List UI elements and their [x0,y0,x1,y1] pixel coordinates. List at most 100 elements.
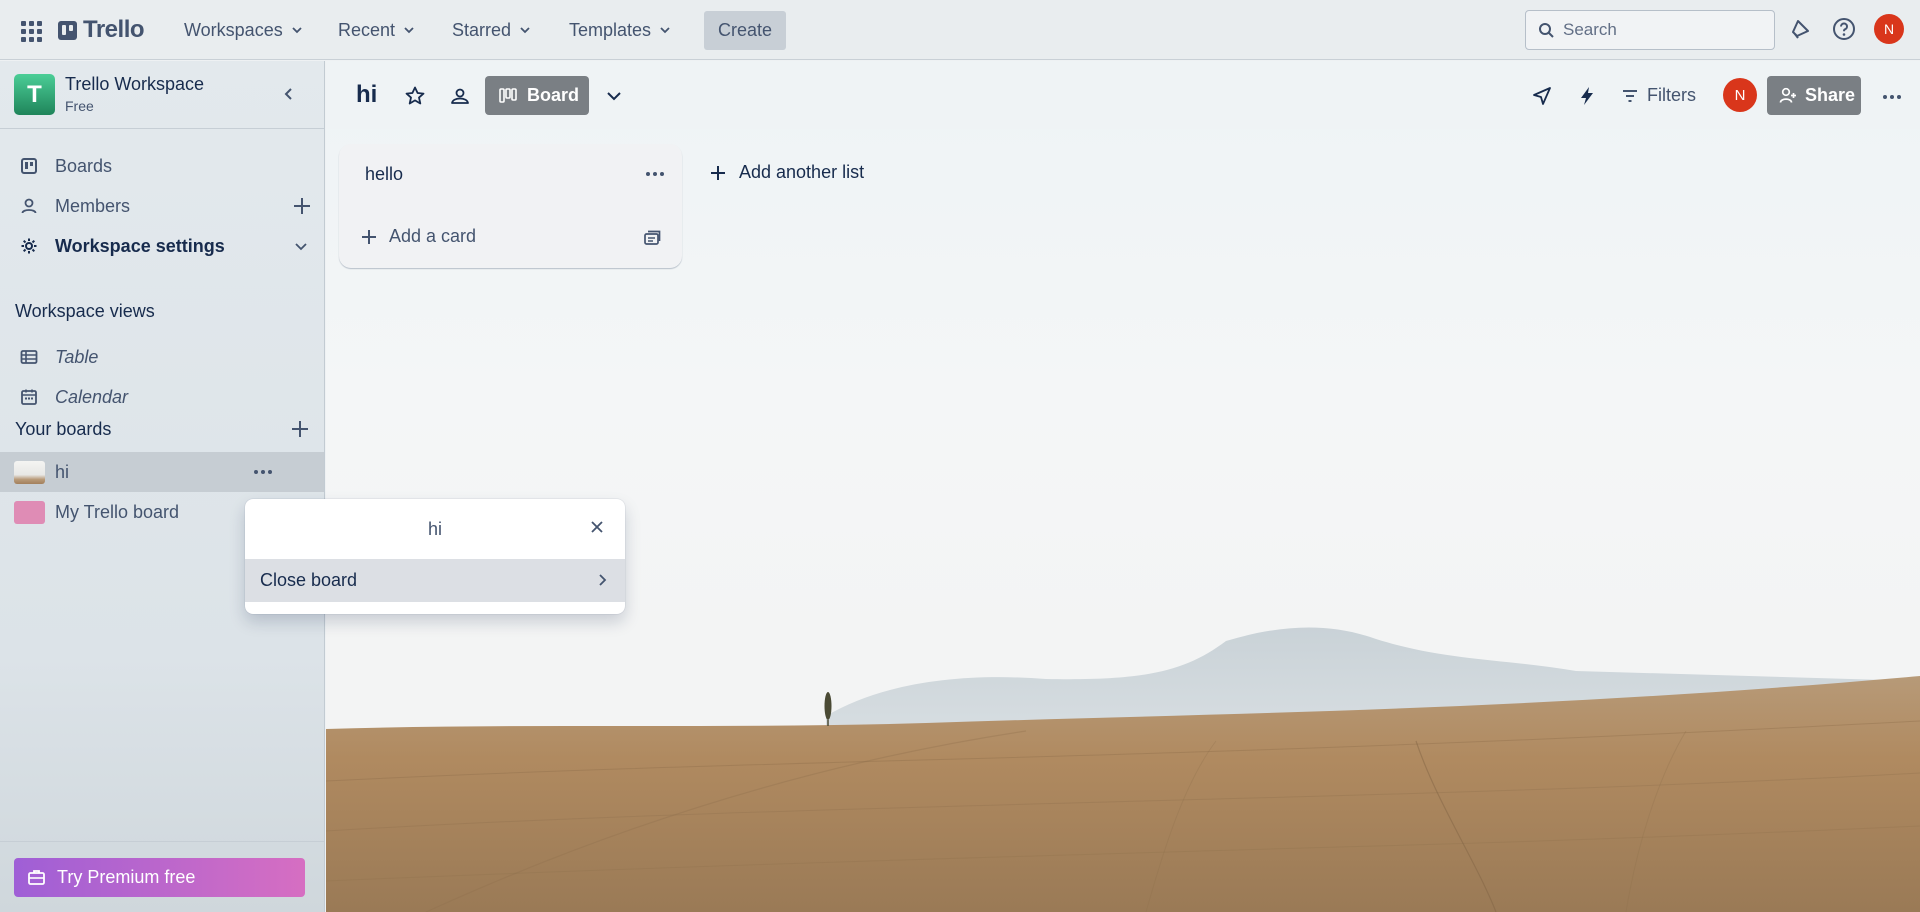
workspaces-menu[interactable]: Workspaces [176,12,311,48]
sidebar-item-label: Table [55,346,99,367]
gear-icon [21,238,37,254]
board-header: hi Board Filters N Share [326,61,1920,129]
sidebar-board-hi[interactable]: hi [0,452,324,492]
account-button[interactable]: N [1874,14,1904,44]
chevron-right-icon [599,574,607,586]
power-ups-icon[interactable] [1531,85,1553,107]
workspace-name[interactable]: Trello Workspace [65,74,204,95]
sidebar-item-boards[interactable]: Boards [0,148,324,184]
filters-label: Filters [1647,85,1696,105]
board-menu-icon[interactable] [1879,87,1905,107]
plus-icon [362,229,376,244]
add-list-button[interactable]: Add another list [710,162,864,183]
board-view-button[interactable]: Board [485,76,589,115]
share-label: Share [1805,85,1856,105]
sidebar-item-calendar[interactable]: Calendar [0,379,324,415]
create-from-template-icon[interactable] [642,228,662,248]
add-board-icon[interactable] [290,419,310,439]
workspace-visibility-icon[interactable] [449,85,471,107]
try-premium-label: Try Premium free [57,867,196,887]
board-canvas: hi Board Filters N Share hello Add a car… [326,61,1920,912]
filters-button[interactable]: Filters [1622,85,1696,106]
chevron-down-icon [520,27,530,34]
filter-icon [1623,89,1637,102]
starred-menu-label: Starred [452,19,512,40]
close-board-menu-item[interactable]: Close board [245,559,625,602]
share-button[interactable]: Share [1767,76,1861,115]
your-boards-heading-label: Your boards [15,418,112,439]
table-icon [20,350,38,364]
add-person-icon [1779,87,1796,103]
sidebar-item-label: Calendar [55,386,129,407]
calendar-icon [21,389,37,405]
sidebar-item-members[interactable]: Members [0,188,324,224]
automation-icon[interactable] [1576,85,1598,107]
chevron-down-icon [292,27,302,34]
templates-menu-label: Templates [569,19,652,40]
person-icon [21,198,37,214]
premium-section: Try Premium free [0,841,324,912]
star-icon[interactable] [404,85,426,107]
chevron-down-icon[interactable] [294,239,308,253]
popover-title: hi [427,519,442,539]
sidebar-item-label: Boards [55,155,113,176]
member-avatar[interactable]: N [1723,78,1757,112]
boards-icon [21,158,37,174]
logo-text: Trello [83,16,145,43]
templates-menu[interactable]: Templates [561,12,679,48]
megaphone-icon [1792,20,1809,39]
workspace-header: T Trello Workspace Free [0,61,324,129]
chevron-down-icon [660,27,670,34]
help-icon [1833,18,1855,40]
starred-menu[interactable]: Starred [444,12,539,48]
collapse-sidebar-icon[interactable] [280,85,298,103]
add-card-button[interactable]: Add a card [361,226,476,247]
list-title[interactable]: hello [365,164,403,185]
board-title[interactable]: hi [356,81,377,109]
create-button[interactable]: Create [704,11,786,50]
add-card-label: Add a card [389,226,477,246]
close-popover-button[interactable] [585,515,609,539]
recent-menu[interactable]: Recent [330,12,423,48]
workspace-plan: Free [65,98,94,114]
close-board-label: Close board [260,570,358,590]
sidebar-item-label: Members [55,195,131,216]
add-list-label: Add another list [739,162,865,182]
search-input[interactable]: Search [1525,10,1775,50]
plus-icon [711,165,725,180]
board-thumbnail [14,501,45,524]
board-thumbnail [14,461,45,484]
trello-logo-icon [58,20,77,40]
board-view-label: Board [527,85,580,105]
list-actions-icon[interactable] [644,164,666,184]
sidebar-item-workspace-settings[interactable]: Workspace settings [0,228,324,264]
close-icon [591,521,603,533]
user-avatar: N [1874,14,1904,44]
workspace-badge: T [14,74,55,115]
board-actions-icon[interactable] [252,461,274,483]
sidebar-board-label: hi [55,461,70,482]
sidebar-board-label: My Trello board [55,501,180,522]
app-switcher-icon[interactable] [18,18,42,42]
workspace-views-heading: Workspace views [0,293,324,329]
trello-logo[interactable]: Trello [58,16,145,44]
workspace-views-heading-label: Workspace views [15,300,155,321]
briefcase-icon [28,870,45,885]
your-boards-heading: Your boards [0,411,324,447]
board-view-icon [499,88,517,103]
try-premium-button[interactable]: Try Premium free [14,858,305,897]
add-member-icon[interactable] [292,196,312,216]
workspaces-menu-label: Workspaces [184,19,283,40]
sidebar-item-table[interactable]: Table [0,339,324,375]
top-navigation: Trello Workspaces Recent Starred Templat… [0,0,1920,60]
recent-menu-label: Recent [338,19,396,40]
chevron-down-icon[interactable] [603,85,625,107]
list-column: hello Add a card [339,144,682,268]
notifications-button[interactable] [1787,16,1813,42]
board-actions-popover: hi Close board [245,499,625,614]
chevron-down-icon [404,27,414,34]
search-placeholder: Search [1563,20,1617,39]
sidebar-item-label: Workspace settings [55,235,225,256]
help-button[interactable] [1831,16,1857,42]
sidebar: T Trello Workspace Free Boards Members W… [0,61,325,912]
